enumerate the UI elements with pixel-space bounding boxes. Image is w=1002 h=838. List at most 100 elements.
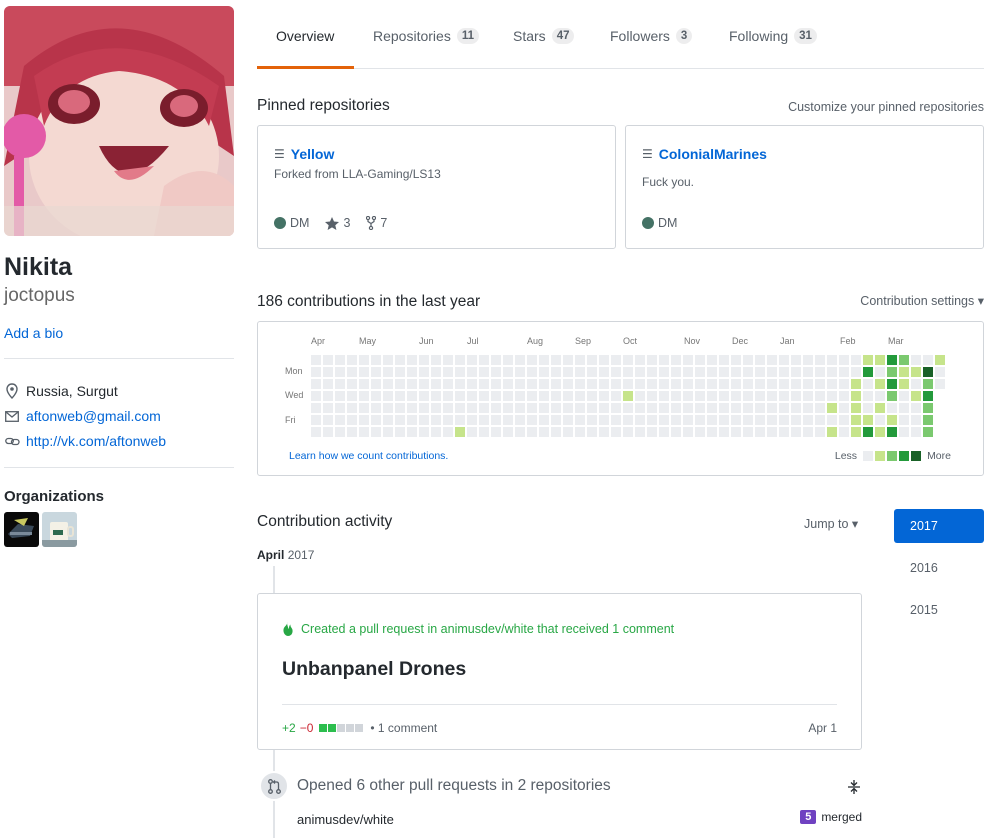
contribution-day[interactable] [443,367,453,377]
contribution-day[interactable] [875,403,885,413]
contribution-day[interactable] [719,391,729,401]
contribution-day[interactable] [635,427,645,437]
contribution-day[interactable] [803,427,813,437]
contribution-day[interactable] [635,415,645,425]
contribution-day[interactable] [695,355,705,365]
contribution-day[interactable] [899,379,909,389]
contribution-day[interactable] [467,403,477,413]
contribution-day[interactable] [371,379,381,389]
contribution-day[interactable] [527,427,537,437]
contribution-day[interactable] [755,403,765,413]
contribution-day[interactable] [815,391,825,401]
contribution-day[interactable] [767,367,777,377]
contribution-day[interactable] [455,391,465,401]
contribution-day[interactable] [491,415,501,425]
contribution-day[interactable] [791,403,801,413]
contribution-day[interactable] [347,355,357,365]
contribution-day[interactable] [923,391,933,401]
contribution-day[interactable] [455,355,465,365]
contribution-day[interactable] [491,403,501,413]
contribution-day[interactable] [791,367,801,377]
org-avatar-2[interactable] [42,512,77,547]
contribution-day[interactable] [815,379,825,389]
contribution-day[interactable] [827,391,837,401]
contribution-day[interactable] [707,415,717,425]
contribution-day[interactable] [383,391,393,401]
contribution-day[interactable] [827,403,837,413]
contribution-day[interactable] [419,403,429,413]
contribution-day[interactable] [755,379,765,389]
contribution-day[interactable] [383,355,393,365]
contribution-day[interactable] [719,403,729,413]
contribution-day[interactable] [827,379,837,389]
contribution-day[interactable] [875,379,885,389]
contribution-day[interactable] [515,403,525,413]
contribution-day[interactable] [443,355,453,365]
contribution-day[interactable] [899,391,909,401]
contribution-day[interactable] [335,427,345,437]
contribution-day[interactable] [563,415,573,425]
contribution-day[interactable] [755,355,765,365]
contribution-day[interactable] [443,415,453,425]
contribution-day[interactable] [911,415,921,425]
contribution-day[interactable] [671,403,681,413]
contribution-day[interactable] [659,403,669,413]
contribution-day[interactable] [839,427,849,437]
contribution-day[interactable] [395,403,405,413]
contribution-day[interactable] [407,355,417,365]
tab-stars[interactable]: Stars 47 [513,28,575,44]
contribution-day[interactable] [575,415,585,425]
contribution-day[interactable] [335,403,345,413]
contribution-day[interactable] [539,403,549,413]
contribution-day[interactable] [731,415,741,425]
contribution-day[interactable] [599,391,609,401]
contribution-day[interactable] [371,391,381,401]
contribution-day[interactable] [887,367,897,377]
contribution-day[interactable] [563,391,573,401]
contribution-day[interactable] [623,391,633,401]
contribution-day[interactable] [503,391,513,401]
contribution-day[interactable] [419,415,429,425]
contribution-day[interactable] [539,391,549,401]
contribution-day[interactable] [395,427,405,437]
contribution-day[interactable] [455,403,465,413]
contribution-day[interactable] [503,367,513,377]
contribution-day[interactable] [743,355,753,365]
contribution-day[interactable] [815,403,825,413]
contribution-day[interactable] [791,391,801,401]
contribution-day[interactable] [323,355,333,365]
contribution-day[interactable] [335,355,345,365]
contribution-day[interactable] [767,415,777,425]
contribution-day[interactable] [707,367,717,377]
contribution-day[interactable] [887,427,897,437]
contribution-day[interactable] [587,367,597,377]
contribution-day[interactable] [515,427,525,437]
contribution-day[interactable] [527,415,537,425]
contribution-day[interactable] [431,379,441,389]
contribution-day[interactable] [875,427,885,437]
contribution-day[interactable] [779,391,789,401]
contribution-day[interactable] [599,367,609,377]
contribution-day[interactable] [623,427,633,437]
contribution-day[interactable] [407,367,417,377]
contribution-day[interactable] [815,415,825,425]
contribution-day[interactable] [359,355,369,365]
contribution-day[interactable] [587,403,597,413]
customize-pinned-link[interactable]: Customize your pinned repositories [788,100,984,114]
contribution-day[interactable] [527,367,537,377]
contribution-day[interactable] [575,379,585,389]
contribution-day[interactable] [695,391,705,401]
contribution-day[interactable] [731,403,741,413]
contribution-day[interactable] [539,355,549,365]
contribution-day[interactable] [431,355,441,365]
contribution-day[interactable] [587,391,597,401]
contribution-day[interactable] [347,403,357,413]
contribution-day[interactable] [743,427,753,437]
contribution-day[interactable] [491,355,501,365]
contribution-day[interactable] [851,355,861,365]
activity-repo-link[interactable]: animusdev/white [297,812,394,827]
contribution-day[interactable] [311,355,321,365]
contribution-day[interactable] [323,379,333,389]
contribution-day[interactable] [359,427,369,437]
contribution-day[interactable] [359,415,369,425]
